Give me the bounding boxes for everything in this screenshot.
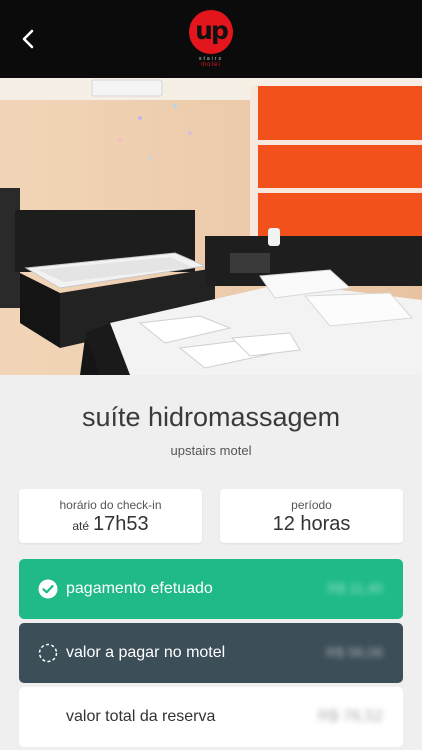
logo-subtext-motel: motel — [201, 62, 221, 68]
checkin-time: 17h53 — [93, 513, 149, 535]
total-amount: R$ 76,52 — [318, 708, 383, 725]
suite-photo-illustration — [0, 78, 422, 375]
payment-total-row[interactable]: valor total da reserva R$ 76,52 — [19, 687, 403, 747]
suite-photo — [0, 78, 422, 375]
payment-due-row[interactable]: valor a pagar no motel R$ 56,06 — [19, 623, 403, 683]
checkin-prefix: até — [72, 519, 90, 533]
suite-name: suíte hidromassagem — [81, 402, 341, 432]
period-info-box: período 12 horas — [220, 489, 403, 543]
paid-label: pagamento efetuado — [66, 580, 213, 597]
due-amount: R$ 56,06 — [326, 644, 383, 660]
checkin-label: horário do check-in — [59, 498, 162, 512]
check-circle-icon — [38, 579, 58, 599]
checkin-value: até 17h53 — [19, 513, 202, 536]
motel-name: upstairs motel — [170, 443, 252, 458]
payment-paid-row[interactable]: pagamento efetuado R$ 11,40 — [19, 559, 403, 619]
chevron-left-icon — [22, 29, 34, 49]
checkin-info-box: horário do check-in até 17h53 — [19, 489, 202, 543]
total-label: valor total da reserva — [66, 708, 216, 725]
logo-text: up — [195, 16, 229, 45]
period-value: 12 horas — [272, 513, 351, 535]
top-bar: up stairs motel — [0, 0, 422, 78]
upstairs-logo: up stairs motel — [189, 10, 233, 70]
period-label: período — [291, 498, 332, 512]
paid-amount: R$ 11,40 — [327, 580, 383, 596]
dashed-circle-icon — [38, 643, 58, 663]
back-button[interactable] — [16, 26, 42, 52]
due-label: valor a pagar no motel — [66, 644, 226, 661]
